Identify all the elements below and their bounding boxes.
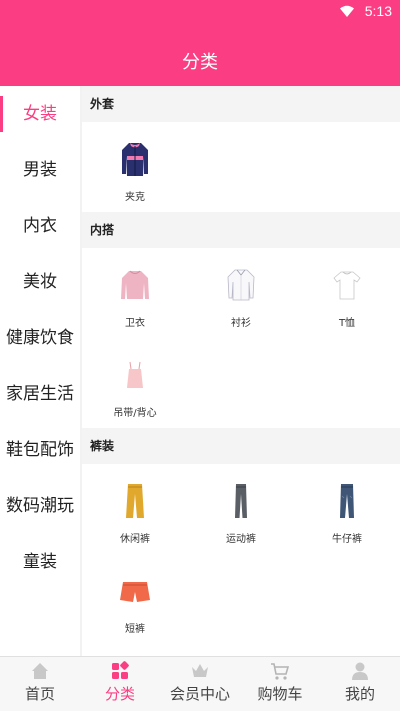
jeans-icon — [340, 484, 354, 518]
category-sweatpants[interactable]: 运动裤 — [188, 464, 294, 554]
sweatpants-icon — [235, 484, 247, 518]
category-tshirt[interactable]: T恤 — [294, 248, 400, 338]
camisole-icon — [127, 361, 143, 388]
tab-label: 分类 — [104, 685, 135, 703]
pants-grid: 休闲裤 运动裤 牛仔裤 短裤 — [82, 464, 400, 644]
wifi-icon — [340, 5, 354, 17]
user-icon — [352, 662, 368, 680]
crown-icon — [192, 664, 208, 677]
casual-pants-icon — [126, 484, 144, 518]
sidebar-item-shoes-bags[interactable]: 鞋包配饰 — [0, 422, 80, 478]
shirt-icon — [227, 269, 255, 301]
tab-label: 会员中心 — [169, 685, 230, 703]
outerwear-grid: 夹克 — [82, 122, 400, 212]
section-title-outerwear: 外套 — [82, 86, 400, 122]
shorts-icon — [120, 582, 150, 602]
cart-icon — [271, 663, 290, 680]
category-camisole[interactable]: 吊带/背心 — [82, 338, 188, 428]
category-label: 吊带/背心 — [113, 408, 157, 419]
category-hoodie[interactable]: 卫衣 — [82, 248, 188, 338]
sidebar-item-health-food[interactable]: 健康饮食 — [0, 310, 80, 366]
category-shirt[interactable]: 衬衫 — [188, 248, 294, 338]
section-title-inner-wear: 内搭 — [82, 212, 400, 248]
category-label: 休闲裤 — [120, 534, 150, 545]
section-title-pants: 裤装 — [82, 428, 400, 464]
sidebar-item-home-living[interactable]: 家居生活 — [0, 366, 80, 422]
page-title: 分类 — [182, 52, 218, 73]
category-label: 衬衫 — [231, 318, 251, 329]
category-label: T恤 — [338, 318, 356, 329]
hoodie-icon — [121, 270, 149, 299]
sidebar-item-underwear[interactable]: 内衣 — [0, 198, 80, 254]
category-icon — [112, 661, 129, 679]
tab-cart[interactable]: 购物车 — [240, 657, 320, 711]
sidebar-item-mens[interactable]: 男装 — [0, 142, 80, 198]
category-jacket[interactable]: 夹克 — [82, 122, 188, 212]
category-content: 外套 夹克 内搭 卫衣 衬衫 T恤 吊带/背心 裤装 休闲裤 运动裤 牛仔裤 短… — [82, 86, 400, 656]
status-time: 5:13 — [364, 3, 392, 19]
category-casual-pants[interactable]: 休闲裤 — [82, 464, 188, 554]
bottom-tab-bar: 首页 分类 会员中心 购物车 我的 — [0, 656, 400, 711]
category-label: 牛仔裤 — [332, 534, 362, 545]
category-label: 夹克 — [125, 192, 145, 203]
tab-label: 首页 — [24, 685, 55, 703]
tab-mine[interactable]: 我的 — [320, 657, 400, 711]
sidebar-item-kids[interactable]: 童装 — [0, 534, 80, 590]
category-label: 运动裤 — [226, 534, 256, 545]
tab-label: 我的 — [344, 685, 375, 703]
category-label: 卫衣 — [125, 318, 145, 329]
tab-category[interactable]: 分类 — [80, 657, 160, 711]
category-shorts[interactable]: 短裤 — [82, 554, 188, 644]
category-label: 短裤 — [125, 624, 145, 635]
jacket-icon — [122, 143, 148, 176]
header: 5:13 分类 — [0, 0, 400, 86]
tshirt-icon — [333, 271, 361, 300]
sidebar-item-beauty[interactable]: 美妆 — [0, 254, 80, 310]
inner-wear-grid: 卫衣 衬衫 T恤 吊带/背心 — [82, 248, 400, 428]
tab-home[interactable]: 首页 — [0, 657, 80, 711]
status-bar: 5:13 — [0, 0, 400, 24]
sidebar-item-womens[interactable]: 女装 — [0, 86, 80, 142]
category-sidebar: 女装 男装 内衣 美妆 健康饮食 家居生活 鞋包配饰 数码潮玩 童装 — [0, 86, 80, 656]
sidebar-item-digital-toys[interactable]: 数码潮玩 — [0, 478, 80, 534]
tab-label: 购物车 — [257, 685, 303, 703]
category-jeans[interactable]: 牛仔裤 — [294, 464, 400, 554]
home-icon — [32, 663, 48, 679]
tab-member-center[interactable]: 会员中心 — [160, 657, 240, 711]
